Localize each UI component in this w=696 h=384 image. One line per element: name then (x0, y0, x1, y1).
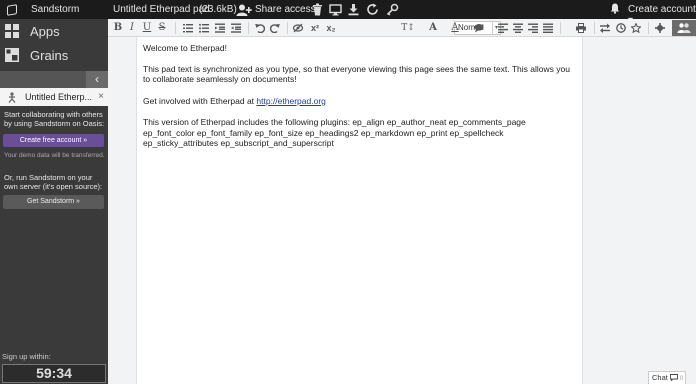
align-center-button[interactable] (511, 21, 525, 35)
redo-button[interactable] (268, 21, 282, 35)
chat-label: Chat (652, 373, 668, 382)
chat-count: 0 (680, 376, 684, 382)
restart-icon[interactable] (366, 3, 379, 16)
import-export-button[interactable] (598, 21, 612, 35)
clear-authorship-button[interactable] (291, 21, 305, 35)
sandstorm-brand[interactable]: Sandstorm (0, 0, 108, 19)
star-icon (631, 23, 641, 33)
nav-grains[interactable]: Grains (0, 43, 108, 67)
align-center-icon (513, 23, 523, 33)
pad-line: This version of Etherpad includes the fo… (143, 117, 526, 148)
pad-line: Get involved with Etherpad at http://eth… (143, 96, 575, 107)
undo-button[interactable] (253, 21, 267, 35)
etherpad-link[interactable]: http://etherpad.org (256, 96, 325, 106)
toolbar-separator (492, 22, 493, 34)
timeslider-icon (616, 23, 626, 33)
redo-icon (270, 24, 280, 33)
sidebar-collapse-bar: ‹ (0, 71, 108, 88)
align-left-icon (498, 23, 508, 33)
font-color-button[interactable]: A (448, 21, 462, 35)
unordered-list-button[interactable] (197, 21, 211, 35)
signup-label: Sign up within: (2, 352, 51, 361)
debug-key-icon[interactable] (386, 3, 399, 16)
users-icon (677, 23, 691, 33)
create-free-account-button[interactable]: Create free account » (3, 134, 104, 147)
indent-icon (215, 23, 225, 33)
toolbar-separator (560, 22, 561, 34)
oasis-promo-text: Start collaborating with others by using… (4, 110, 105, 128)
signup-timer: 59:34 (2, 364, 106, 383)
get-sandstorm-button[interactable]: Get Sandstorm » (3, 195, 104, 209)
self-host-promo-text: Or, run Sandstorm on your own server (it… (4, 173, 103, 191)
share-access-button[interactable]: Share access (236, 2, 316, 17)
collapse-sidebar-button[interactable]: ‹ (86, 71, 108, 88)
brand-label: Sandstorm (31, 4, 80, 15)
unordered-list-icon (199, 23, 209, 33)
ordered-list-icon (183, 24, 193, 33)
notifications-bell-icon[interactable] (610, 3, 620, 14)
toolbar-separator (175, 22, 176, 34)
open-grain-title: Untitled Etherp... (25, 92, 93, 102)
settings-button[interactable] (653, 21, 667, 35)
trash-icon[interactable] (311, 3, 324, 16)
close-grain-icon[interactable]: × (98, 91, 104, 102)
editor-toolbar: B I U S x² x₂ Normal ▾ T↕ A A (108, 19, 696, 37)
bold-button[interactable]: B (112, 21, 124, 35)
timeslider-button[interactable] (614, 21, 628, 35)
clear-authorship-icon (293, 23, 303, 33)
pad-editor[interactable]: Welcome to Etherpad! This pad text is sy… (136, 37, 583, 384)
align-right-icon (528, 23, 538, 33)
subscript-button[interactable]: x₂ (324, 21, 338, 35)
pad-line: This pad text is synchronized as you typ… (143, 63, 570, 85)
comment-button[interactable] (472, 21, 486, 35)
align-right-button[interactable] (526, 21, 540, 35)
settings-icon (655, 23, 665, 33)
grain-title[interactable]: Untitled Etherpad pad (113, 4, 210, 15)
italic-button[interactable]: I (126, 21, 138, 35)
underline-button[interactable]: U (141, 21, 153, 35)
toolbar-separator (248, 22, 249, 34)
align-justify-button[interactable] (541, 21, 555, 35)
align-left-button[interactable] (496, 21, 510, 35)
undo-icon (255, 24, 265, 33)
nav-apps[interactable]: Apps (0, 19, 108, 43)
grains-icon (5, 48, 19, 62)
chat-bubble-icon (669, 374, 678, 382)
users-button[interactable] (672, 20, 696, 36)
indent-button[interactable] (213, 21, 227, 35)
demo-data-note: Your demo data will be transferred. (4, 152, 105, 159)
nav-apps-label: Apps (30, 23, 60, 39)
ordered-list-button[interactable] (181, 21, 195, 35)
etherpad-app-icon (8, 91, 16, 103)
toolbar-separator (594, 22, 595, 34)
pad-text: Get involved with Etherpad at (143, 95, 257, 106)
toolbar-separator (287, 22, 288, 34)
outdent-button[interactable] (229, 21, 243, 35)
sidebar: Apps Grains ‹ Untitled Etherp... × Start… (0, 19, 108, 384)
apps-grid-icon (5, 24, 19, 38)
outdent-icon (231, 23, 241, 33)
nav-grains-label: Grains (30, 47, 69, 63)
toolbar-separator (648, 22, 649, 34)
saved-revision-button[interactable] (629, 21, 643, 35)
present-screen-icon[interactable] (329, 3, 342, 16)
font-family-button[interactable]: A (426, 21, 440, 35)
print-icon (576, 23, 586, 33)
download-icon[interactable] (347, 3, 360, 16)
superscript-button[interactable]: x² (308, 21, 322, 35)
import-export-icon (600, 23, 610, 33)
strikethrough-button[interactable]: S (156, 21, 168, 35)
grain-size: (23.6kB) (199, 4, 237, 15)
comment-icon (474, 24, 484, 33)
chat-button[interactable]: Chat 0 (648, 371, 686, 384)
share-access-label: Share access (255, 4, 316, 15)
font-size-button[interactable]: T↕ (401, 21, 415, 35)
pad-line: Welcome to Etherpad! (143, 43, 227, 53)
sandstorm-logo-icon (7, 3, 17, 16)
add-user-icon (236, 4, 252, 16)
top-bar: Sandstorm Untitled Etherpad pad (23.6kB)… (0, 0, 696, 26)
print-button[interactable] (574, 21, 588, 35)
open-grain-item[interactable]: Untitled Etherp... × (0, 88, 108, 106)
align-justify-icon (543, 23, 553, 33)
